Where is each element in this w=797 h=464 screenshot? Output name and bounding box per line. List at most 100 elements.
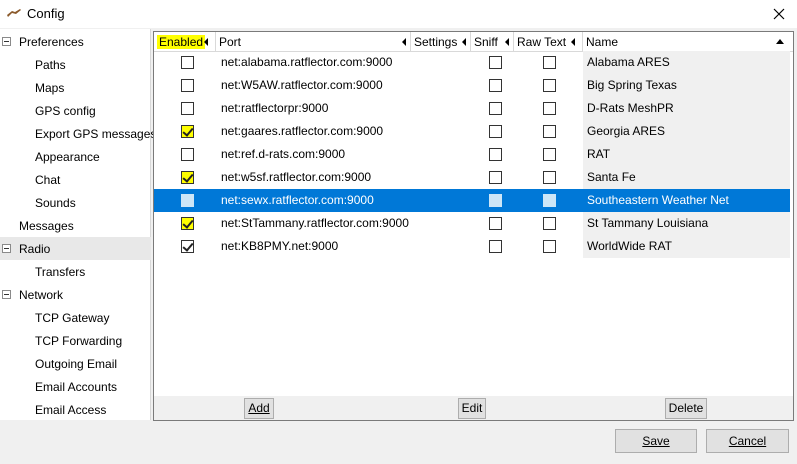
ports-grid: Enabled Port Settings Sniff Raw Text Nam… [153,31,794,421]
tree-item-messages[interactable]: Messages [0,214,151,237]
enabled-checkbox[interactable] [181,171,194,184]
collapse-icon[interactable] [2,290,11,299]
port-cell: net:sewx.ratflector.com:9000 [221,193,374,207]
raw-text-checkbox[interactable] [543,125,556,138]
save-button-label: Save [642,434,670,448]
sniff-checkbox[interactable] [489,217,502,230]
tree-item-email-accounts[interactable]: Email Accounts [0,375,151,398]
tree-item-label: Preferences [19,35,84,49]
column-header-sniff-label: Sniff [474,35,498,49]
tree-item-tcp-forwarding[interactable]: TCP Forwarding [0,329,151,352]
save-button[interactable]: Save [615,429,697,453]
tree-item-label: Paths [35,58,66,72]
add-button[interactable]: Add [244,398,274,419]
enabled-checkbox[interactable] [181,79,194,92]
tree-item-label: GPS config [35,104,96,118]
delete-button[interactable]: Delete [665,398,707,419]
port-cell: net:alabama.ratflector.com:9000 [221,55,393,69]
tree-item-tcp-gateway[interactable]: TCP Gateway [0,306,151,329]
raw-text-checkbox[interactable] [543,194,556,207]
tree-item-preferences[interactable]: Preferences [0,30,151,53]
collapse-icon[interactable] [2,244,11,253]
tree-item-label: Transfers [35,265,86,279]
tree-item-appearance[interactable]: Appearance [0,145,151,168]
enabled-checkbox[interactable] [181,217,194,230]
sniff-checkbox[interactable] [489,79,502,92]
window-title: Config [27,6,65,21]
port-cell: net:w5sf.ratflector.com:9000 [221,170,372,184]
column-header-enabled[interactable]: Enabled [154,32,216,52]
column-header-name[interactable]: Name [583,32,793,52]
port-cell: net:ratflectorpr:9000 [221,101,329,115]
column-header-raw-text-label: Raw Text [517,35,567,49]
edit-button[interactable]: Edit [458,398,486,419]
close-icon [773,8,785,20]
raw-text-checkbox[interactable] [543,217,556,230]
column-header-port[interactable]: Port [216,32,411,52]
sniff-checkbox[interactable] [489,171,502,184]
name-cell: RAT [587,147,611,161]
tree-item-transfers[interactable]: Transfers [0,260,151,283]
tree-item-maps[interactable]: Maps [0,76,151,99]
add-button-label: Add [248,401,270,415]
column-header-raw-text[interactable]: Raw Text [514,32,583,52]
port-row[interactable]: net:W5AW.ratflector.com:9000 Big Spring T… [154,74,790,97]
column-menu-icon [462,38,466,46]
tree-item-sounds[interactable]: Sounds [0,191,151,214]
tree-item-paths[interactable]: Paths [0,53,151,76]
port-row[interactable]: net:sewx.ratflector.com:9000 Southeastern… [154,189,790,212]
port-row[interactable]: net:gaares.ratflector.com:9000 Georgia AR… [154,120,790,143]
enabled-checkbox[interactable] [181,148,194,161]
name-cell: Big Spring Texas [587,78,677,92]
raw-text-checkbox[interactable] [543,56,556,69]
port-row[interactable]: net:alabama.ratflector.com:9000 Alabama A… [154,51,790,74]
enabled-checkbox[interactable] [181,194,194,207]
tree-item-chat[interactable]: Chat [0,168,151,191]
column-header-enabled-label: Enabled [157,35,206,49]
enabled-checkbox[interactable] [181,125,194,138]
sniff-checkbox[interactable] [489,56,502,69]
port-row[interactable]: net:w5sf.ratflector.com:9000 Santa Fe [154,166,790,189]
grid-header: Enabled Port Settings Sniff Raw Text Nam… [154,32,793,52]
tree-item-label: TCP Gateway [35,311,110,325]
tree-item-label: Network [19,288,64,302]
port-row[interactable]: net:ratflectorpr:9000 D-Rats MeshPR [154,97,790,120]
port-row[interactable]: net:ref.d-rats.com:9000 RAT [154,143,790,166]
raw-text-checkbox[interactable] [543,79,556,92]
enabled-checkbox[interactable] [181,240,194,253]
tree-item-radio[interactable]: Radio [0,237,151,260]
tree-item-label: Appearance [35,150,100,164]
close-button[interactable] [761,0,797,28]
tree-item-export-gps-messages[interactable]: Export GPS messages [0,122,156,145]
tree-item-label: Chat [35,173,61,187]
port-row[interactable]: net:KB8PMY.net:9000 WorldWide RAT [154,235,790,258]
tree-item-label: Sounds [35,196,76,210]
enabled-checkbox[interactable] [181,56,194,69]
sniff-checkbox[interactable] [489,194,502,207]
raw-text-checkbox[interactable] [543,240,556,253]
raw-text-checkbox[interactable] [543,102,556,115]
column-menu-icon [505,38,509,46]
tree-item-outgoing-email[interactable]: Outgoing Email [0,352,151,375]
name-cell: Santa Fe [587,170,636,184]
sniff-checkbox[interactable] [489,125,502,138]
tree-item-gps-config[interactable]: GPS config [0,99,151,122]
port-cell: net:W5AW.ratflector.com:9000 [221,78,383,92]
enabled-checkbox[interactable] [181,102,194,115]
column-header-settings[interactable]: Settings [411,32,471,52]
raw-text-checkbox[interactable] [543,148,556,161]
tree-item-email-access[interactable]: Email Access [0,398,151,421]
sniff-checkbox[interactable] [489,148,502,161]
delete-button-label: Delete [668,401,704,415]
port-row[interactable]: net:StTammany.ratflector.com:9000 St Tamm… [154,212,790,235]
cancel-button[interactable]: Cancel [706,429,789,453]
column-header-sniff[interactable]: Sniff [471,32,514,52]
tree-item-label: Outgoing Email [35,357,118,371]
collapse-icon[interactable] [2,37,11,46]
sniff-checkbox[interactable] [489,102,502,115]
grid-footer: Add Edit Delete [154,396,793,420]
raw-text-checkbox[interactable] [543,171,556,184]
sniff-checkbox[interactable] [489,240,502,253]
edit-button-label: Edit [461,401,483,415]
tree-item-network[interactable]: Network [0,283,151,306]
